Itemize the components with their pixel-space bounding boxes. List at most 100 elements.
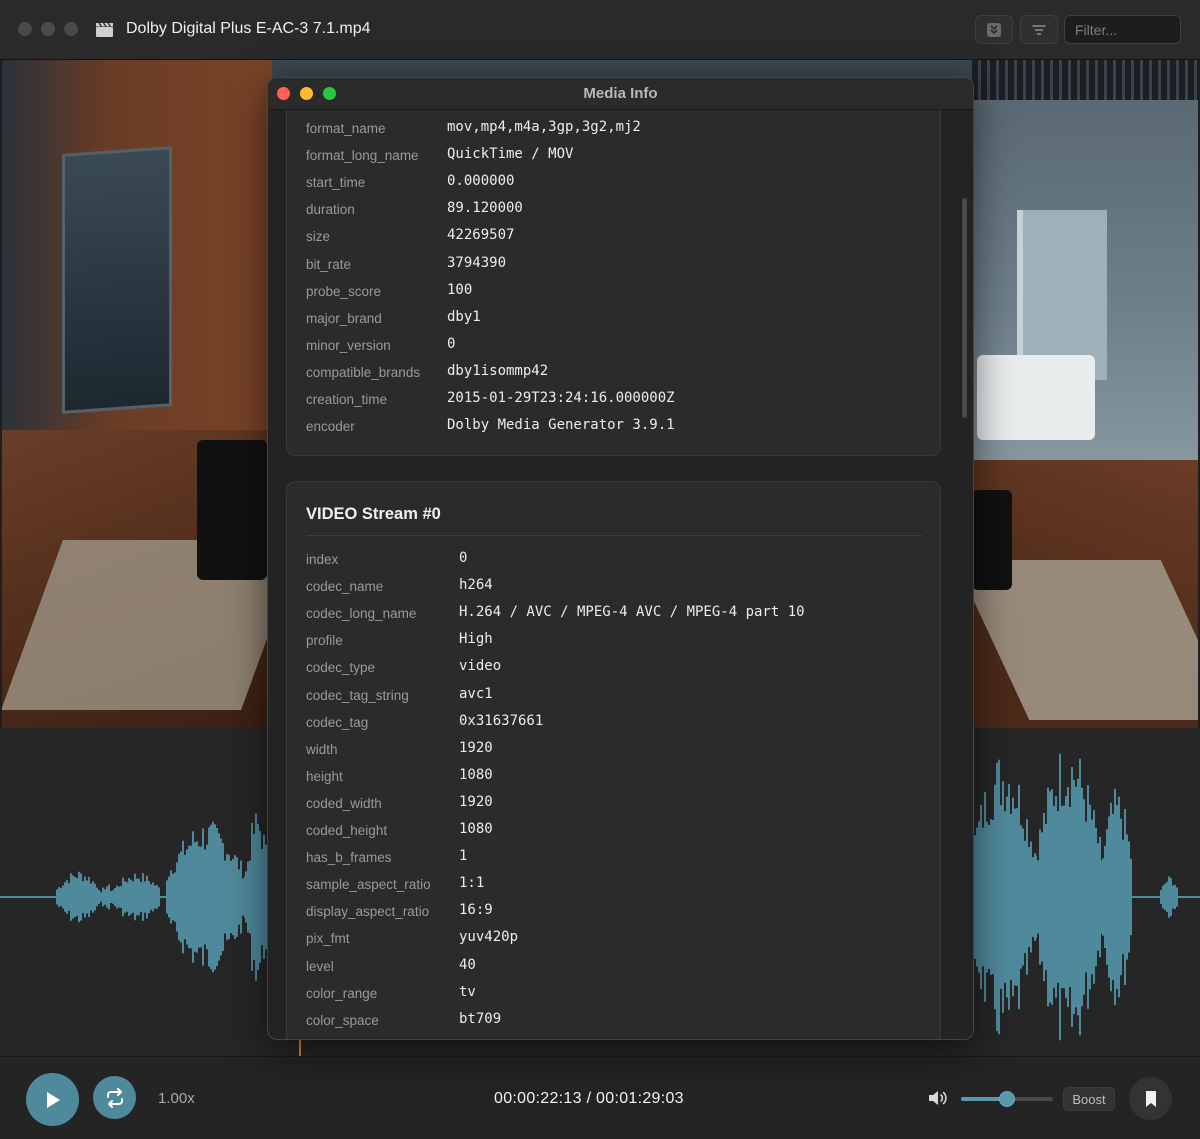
media-info-titlebar: Media Info — [268, 78, 973, 110]
info-value[interactable]: 0 — [459, 550, 467, 566]
info-row-format-long-name: format_long_name QuickTime / MOV — [306, 146, 926, 166]
info-value[interactable]: 16:9 — [459, 902, 493, 918]
info-value[interactable]: 1920 — [459, 794, 493, 810]
info-value[interactable]: 2015-01-29T23:24:16.000000Z — [447, 390, 675, 406]
info-row-index: index 0 — [306, 550, 926, 570]
info-value[interactable]: bt709 — [459, 1011, 501, 1027]
info-key: duration — [306, 202, 355, 218]
info-key: minor_version — [306, 337, 391, 353]
info-row-probe-score: probe_score 100 — [306, 282, 926, 302]
info-key: compatible_brands — [306, 364, 421, 380]
info-value[interactable]: High — [459, 631, 493, 647]
info-value[interactable]: dby1isommp42 — [447, 363, 548, 379]
media-info-scroll-area[interactable]: format_name mov,mp4,m4a,3gp,3g2,mj2 format… — [268, 110, 973, 1039]
playhead[interactable] — [299, 1038, 301, 1056]
info-value[interactable]: H.264 / AVC / MPEG-4 AVC / MPEG-4 part 1… — [459, 604, 805, 620]
info-row-format-name: format_name mov,mp4,m4a,3gp,3g2,mj2 — [306, 119, 926, 139]
info-value[interactable]: mov,mp4,m4a,3gp,3g2,mj2 — [447, 119, 641, 135]
video-scene-ceiling — [972, 60, 1198, 100]
filter-lines-icon — [1032, 24, 1046, 35]
info-row-color-space: color_space bt709 — [306, 1011, 926, 1031]
close-window-button[interactable] — [18, 22, 32, 36]
info-row-width: width 1920 — [306, 740, 926, 760]
info-value[interactable]: 89.120000 — [447, 200, 523, 216]
playback-speed[interactable]: 1.00x — [158, 1090, 195, 1107]
info-value[interactable]: 0x31637661 — [459, 713, 543, 729]
info-value[interactable]: video — [459, 658, 501, 674]
info-row-height: height 1080 — [306, 767, 926, 787]
info-row-compatible-brands: compatible_brands dby1isommp42 — [306, 363, 926, 383]
bookmark-icon — [1145, 1090, 1156, 1107]
info-key: level — [306, 958, 334, 974]
info-row-major-brand: major_brand dby1 — [306, 309, 926, 329]
info-value[interactable]: Dolby Media Generator 3.9.1 — [447, 417, 675, 433]
info-row-codec-name: codec_name h264 — [306, 577, 926, 597]
info-key: profile — [306, 633, 343, 649]
info-value[interactable]: h264 — [459, 577, 493, 593]
info-row-codec-tag: codec_tag 0x31637661 — [306, 713, 926, 733]
info-row-minor-version: minor_version 0 — [306, 336, 926, 356]
info-key: color_space — [306, 1012, 379, 1028]
info-value[interactable]: 1080 — [459, 821, 493, 837]
info-row-codec-tag-string: codec_tag_string avc1 — [306, 686, 926, 706]
info-key: probe_score — [306, 283, 382, 299]
media-info-title: Media Info — [583, 85, 658, 102]
format-info-card: format_name mov,mp4,m4a,3gp,3g2,mj2 format… — [286, 110, 941, 456]
loop-button[interactable] — [93, 1076, 136, 1119]
info-value[interactable]: 1 — [459, 848, 467, 864]
info-row-start-time: start_time 0.000000 — [306, 173, 926, 193]
info-value[interactable]: QuickTime / MOV — [447, 146, 573, 162]
info-row-size: size 42269507 — [306, 227, 926, 247]
filter-input[interactable] — [1064, 15, 1181, 44]
info-value[interactable]: 0 — [447, 336, 455, 352]
info-value[interactable]: 1080 — [459, 767, 493, 783]
info-value[interactable]: 1920 — [459, 740, 493, 756]
info-key: pix_fmt — [306, 931, 350, 947]
info-key: index — [306, 552, 339, 567]
info-value[interactable]: yuv420p — [459, 929, 518, 945]
info-row-color-range: color_range tv — [306, 984, 926, 1004]
video-stream-card: VIDEO Stream #0 index 0 codec_name h264code… — [286, 481, 941, 1039]
info-value[interactable]: 1:1 — [459, 875, 484, 891]
info-value[interactable]: 0.000000 — [447, 173, 514, 189]
info-row-codec-type: codec_type video — [306, 658, 926, 678]
info-key: format_name — [306, 121, 386, 136]
boost-button[interactable]: Boost — [1063, 1087, 1115, 1111]
speaker-volume-icon[interactable] — [927, 1088, 949, 1108]
stream-heading-divider — [306, 535, 922, 536]
info-value[interactable]: dby1 — [447, 309, 481, 325]
play-icon — [46, 1091, 60, 1108]
info-row-duration: duration 89.120000 — [306, 200, 926, 220]
volume-slider[interactable] — [961, 1091, 1053, 1107]
info-key: width — [306, 741, 338, 757]
info-key: start_time — [306, 175, 366, 191]
filter-options-button[interactable] — [1020, 15, 1058, 44]
video-scene-speaker-right — [972, 490, 1012, 590]
clapperboard-icon — [96, 22, 113, 37]
info-value[interactable]: 100 — [447, 282, 472, 298]
info-row-codec-long-name: codec_long_name H.264 / AVC / MPEG-4 AVC … — [306, 604, 926, 624]
info-value[interactable]: avc1 — [459, 686, 493, 702]
minimize-window-button[interactable] — [41, 22, 55, 36]
info-row-display-aspect-ratio: display_aspect_ratio 16:9 — [306, 902, 926, 922]
volume-slider-knob[interactable] — [999, 1091, 1015, 1107]
info-row-profile: profile High — [306, 631, 926, 651]
play-button[interactable] — [26, 1073, 79, 1126]
info-value[interactable]: 42269507 — [447, 227, 514, 243]
info-row-encoder: encoder Dolby Media Generator 3.9.1 — [306, 417, 926, 437]
media-info-scrollbar[interactable] — [962, 198, 967, 418]
download-button[interactable] — [975, 15, 1013, 44]
info-key: creation_time — [306, 392, 388, 407]
zoom-window-button[interactable] — [64, 22, 78, 36]
info-value[interactable]: tv — [459, 984, 476, 1000]
info-row-creation-time: creation_time 2015-01-29T23:24:16.000000Z — [306, 390, 926, 410]
info-value[interactable]: 3794390 — [447, 255, 506, 271]
info-key: display_aspect_ratio — [306, 904, 430, 920]
info-row-sample-aspect-ratio: sample_aspect_ratio 1:1 — [306, 875, 926, 895]
bookmark-button[interactable] — [1129, 1077, 1172, 1120]
info-row-pix-fmt: pix_fmt yuv420p — [306, 929, 926, 949]
info-key: encoder — [306, 419, 355, 435]
info-value[interactable]: 40 — [459, 957, 476, 973]
stream-heading: VIDEO Stream #0 — [306, 505, 441, 523]
info-key: codec_long_name — [306, 606, 417, 622]
